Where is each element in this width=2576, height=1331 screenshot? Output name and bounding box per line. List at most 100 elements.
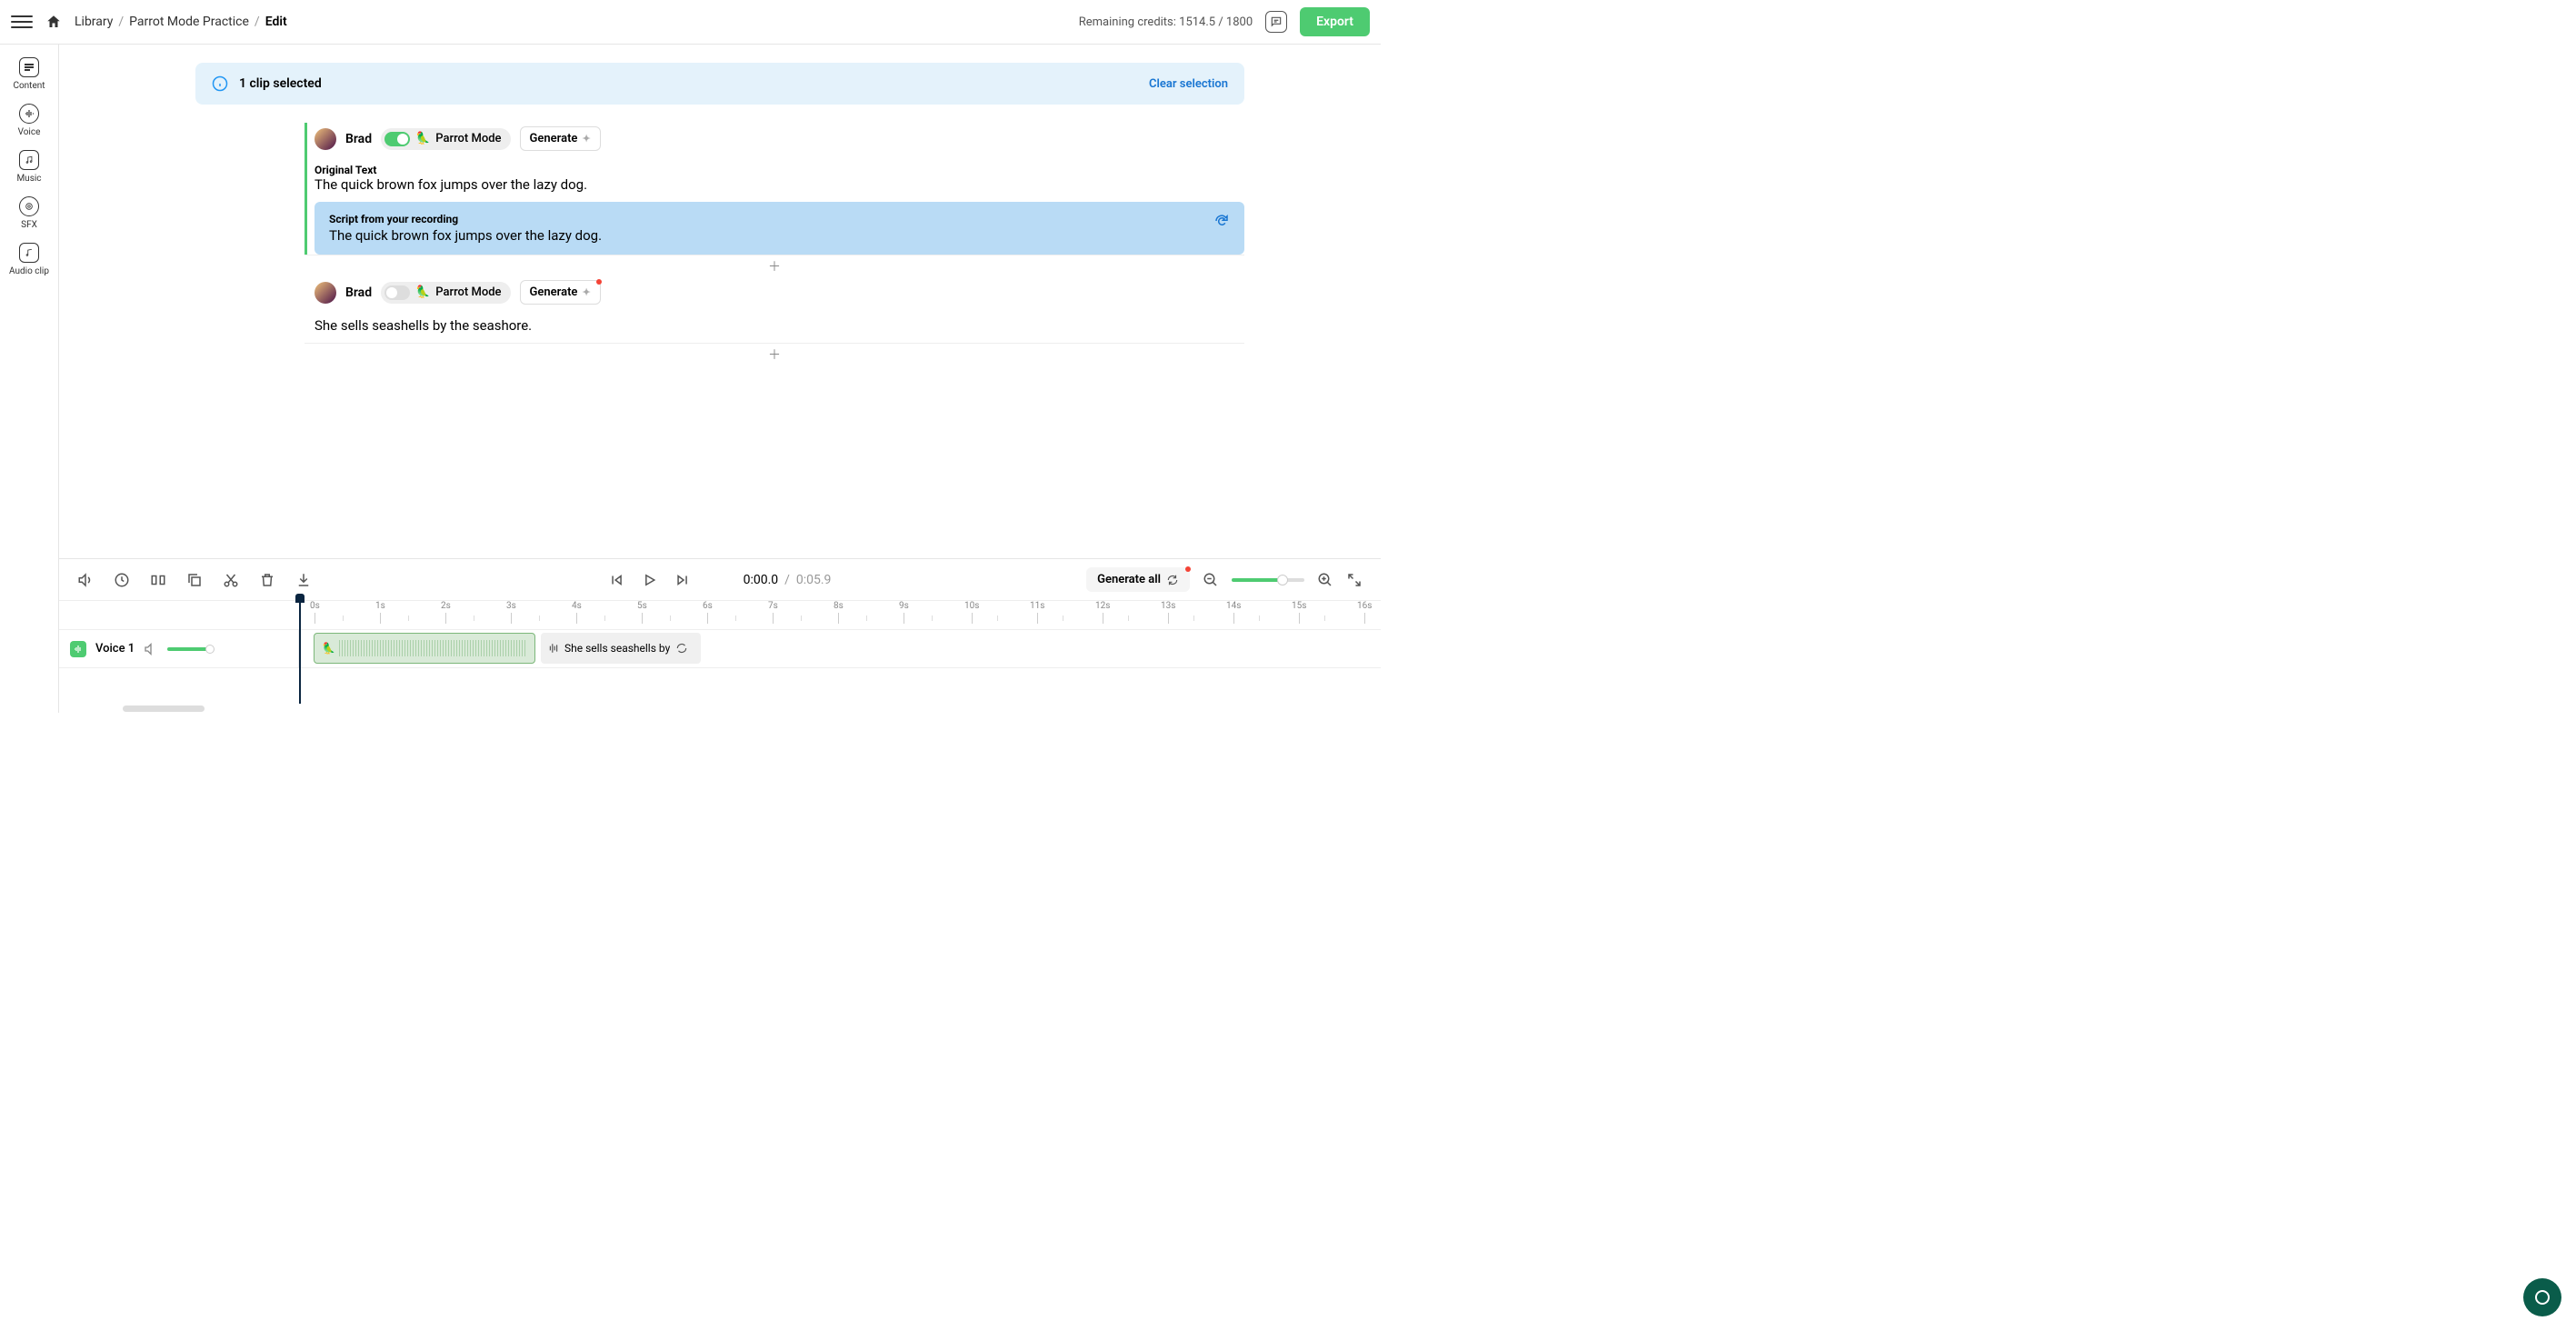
parrot-icon: 🦜: [415, 132, 430, 145]
play-icon[interactable]: [642, 572, 658, 588]
notification-dot: [596, 279, 602, 285]
track-row: Voice 1 🦜 She sells seashells by: [59, 629, 1381, 667]
cut-icon[interactable]: [223, 572, 239, 588]
parrot-mode-pill: 🦜 Parrot Mode: [381, 128, 510, 150]
mute-icon[interactable]: [144, 642, 158, 656]
next-icon[interactable]: [674, 572, 691, 588]
ruler-tick: 16s: [1357, 601, 1372, 624]
parrot-icon: 🦜: [322, 642, 335, 655]
timeline-clip-2[interactable]: She sells seashells by: [541, 633, 701, 664]
breadcrumb-separator: /: [118, 15, 124, 29]
script-label: Script from your recording: [329, 213, 1203, 225]
rail-label: SFX: [21, 220, 37, 230]
circle-icon: [2535, 1290, 2550, 1305]
ruler-tick: 15s: [1292, 601, 1306, 624]
avatar: [315, 128, 336, 150]
prev-icon[interactable]: [609, 572, 625, 588]
selection-count: 1 clip selected: [239, 76, 322, 91]
horizontal-scrollbar[interactable]: [59, 704, 1381, 713]
original-text-label: Original Text: [315, 164, 1244, 176]
waveform: [339, 640, 527, 656]
notification-dot: [1185, 566, 1191, 572]
ruler-tick: 8s: [834, 601, 844, 624]
trash-icon[interactable]: [259, 572, 275, 588]
content-icon: [19, 57, 39, 77]
ruler-tick: 3s: [506, 601, 516, 624]
clip-block-2[interactable]: Brad 🦜 Parrot Mode Generate✦ She sells s…: [305, 276, 1244, 343]
rail-content[interactable]: Content: [13, 57, 45, 91]
ruler-tick: 4s: [572, 601, 582, 624]
generate-button[interactable]: Generate✦: [520, 280, 601, 305]
refresh-icon[interactable]: [675, 642, 688, 655]
ruler-tick: 11s: [1030, 601, 1044, 624]
rail-audioclip[interactable]: Audio clip: [9, 243, 49, 276]
parrot-toggle[interactable]: [384, 285, 410, 300]
breadcrumb-project[interactable]: Parrot Mode Practice: [129, 15, 249, 29]
breadcrumb-library[interactable]: Library: [75, 15, 113, 29]
track-name: Voice 1: [95, 642, 135, 655]
header: Library / Parrot Mode Practice / Edit Re…: [0, 0, 1381, 45]
refresh-icon[interactable]: [1213, 213, 1230, 229]
volume-icon[interactable]: [77, 572, 94, 588]
breadcrumb: Library / Parrot Mode Practice / Edit: [75, 15, 287, 29]
parrot-toggle[interactable]: [384, 132, 410, 146]
plus-icon[interactable]: ＋: [768, 345, 781, 364]
info-icon: [212, 75, 228, 92]
timeline-clip-1[interactable]: 🦜: [314, 633, 535, 664]
speaker-name: Brad: [345, 132, 372, 146]
rail-label: Music: [16, 174, 41, 184]
zoom-slider[interactable]: [1232, 578, 1304, 582]
comment-icon[interactable]: [1265, 11, 1287, 33]
split-icon[interactable]: [150, 572, 166, 588]
controls-bar: 0:00.0 / 0:05.9 Generate all: [59, 558, 1381, 600]
breadcrumb-current: Edit: [265, 15, 287, 29]
ruler-tick: 13s: [1161, 601, 1175, 624]
add-clip-row: ＋: [305, 255, 1244, 276]
clear-selection-link[interactable]: Clear selection: [1149, 77, 1228, 91]
time-display: 0:00.0 / 0:05.9: [744, 573, 832, 587]
history-icon[interactable]: [114, 572, 130, 588]
refresh-icon: [1166, 574, 1179, 586]
ruler-tick: 1s: [375, 601, 385, 624]
zoom-out-icon[interactable]: [1203, 572, 1219, 588]
export-button[interactable]: Export: [1300, 7, 1370, 36]
ruler-tick: 2s: [441, 601, 451, 624]
clip-label: She sells seashells by: [564, 642, 670, 655]
generate-button[interactable]: Generate✦: [520, 126, 601, 151]
generate-all-button[interactable]: Generate all: [1086, 567, 1190, 592]
parrot-icon: 🦜: [415, 285, 430, 299]
rail-music[interactable]: Music: [16, 150, 41, 184]
ruler-tick: 9s: [899, 601, 909, 624]
parrot-label: Parrot Mode: [435, 132, 501, 145]
clip-text[interactable]: She sells seashells by the seashore.: [315, 308, 1244, 343]
ruler-tick: 6s: [703, 601, 713, 624]
waveform-icon: [548, 643, 559, 654]
home-icon[interactable]: [45, 14, 62, 30]
rail-label: Voice: [18, 127, 41, 137]
sparkle-icon: ✦: [582, 286, 590, 298]
help-fab[interactable]: [2523, 1278, 2561, 1316]
ruler-tick: 12s: [1095, 601, 1110, 624]
timeline-ruler[interactable]: 0s1s2s3s4s5s6s7s8s9s10s11s12s13s14s15s16…: [59, 600, 1381, 629]
rail-label: Audio clip: [9, 266, 49, 276]
script-text[interactable]: The quick brown fox jumps over the lazy …: [329, 227, 1203, 244]
menu-icon[interactable]: [11, 11, 33, 33]
clip-block-1[interactable]: Brad 🦜 Parrot Mode Generate✦ Original Te…: [305, 123, 1244, 255]
plus-icon[interactable]: ＋: [768, 257, 781, 275]
ruler-tick: 14s: [1226, 601, 1241, 624]
zoom-in-icon[interactable]: [1317, 572, 1333, 588]
parrot-label: Parrot Mode: [435, 285, 501, 299]
volume-slider[interactable]: [167, 647, 213, 651]
track-badge-icon: [70, 641, 86, 657]
original-text: The quick brown fox jumps over the lazy …: [315, 176, 1244, 193]
rail-voice[interactable]: Voice: [18, 104, 41, 137]
ruler-tick: 7s: [768, 601, 778, 624]
download-icon[interactable]: [295, 572, 312, 588]
rail-sfx[interactable]: SFX: [19, 196, 39, 230]
ruler-tick: 5s: [637, 601, 647, 624]
sidebar-rail: Content Voice Music SFX Audio clip: [0, 45, 59, 713]
collapse-icon[interactable]: [1346, 572, 1363, 588]
selection-info-bar: 1 clip selected Clear selection: [195, 63, 1244, 105]
credits-label: Remaining credits: 1514.5 / 1800: [1079, 15, 1253, 29]
copy-icon[interactable]: [186, 572, 203, 588]
